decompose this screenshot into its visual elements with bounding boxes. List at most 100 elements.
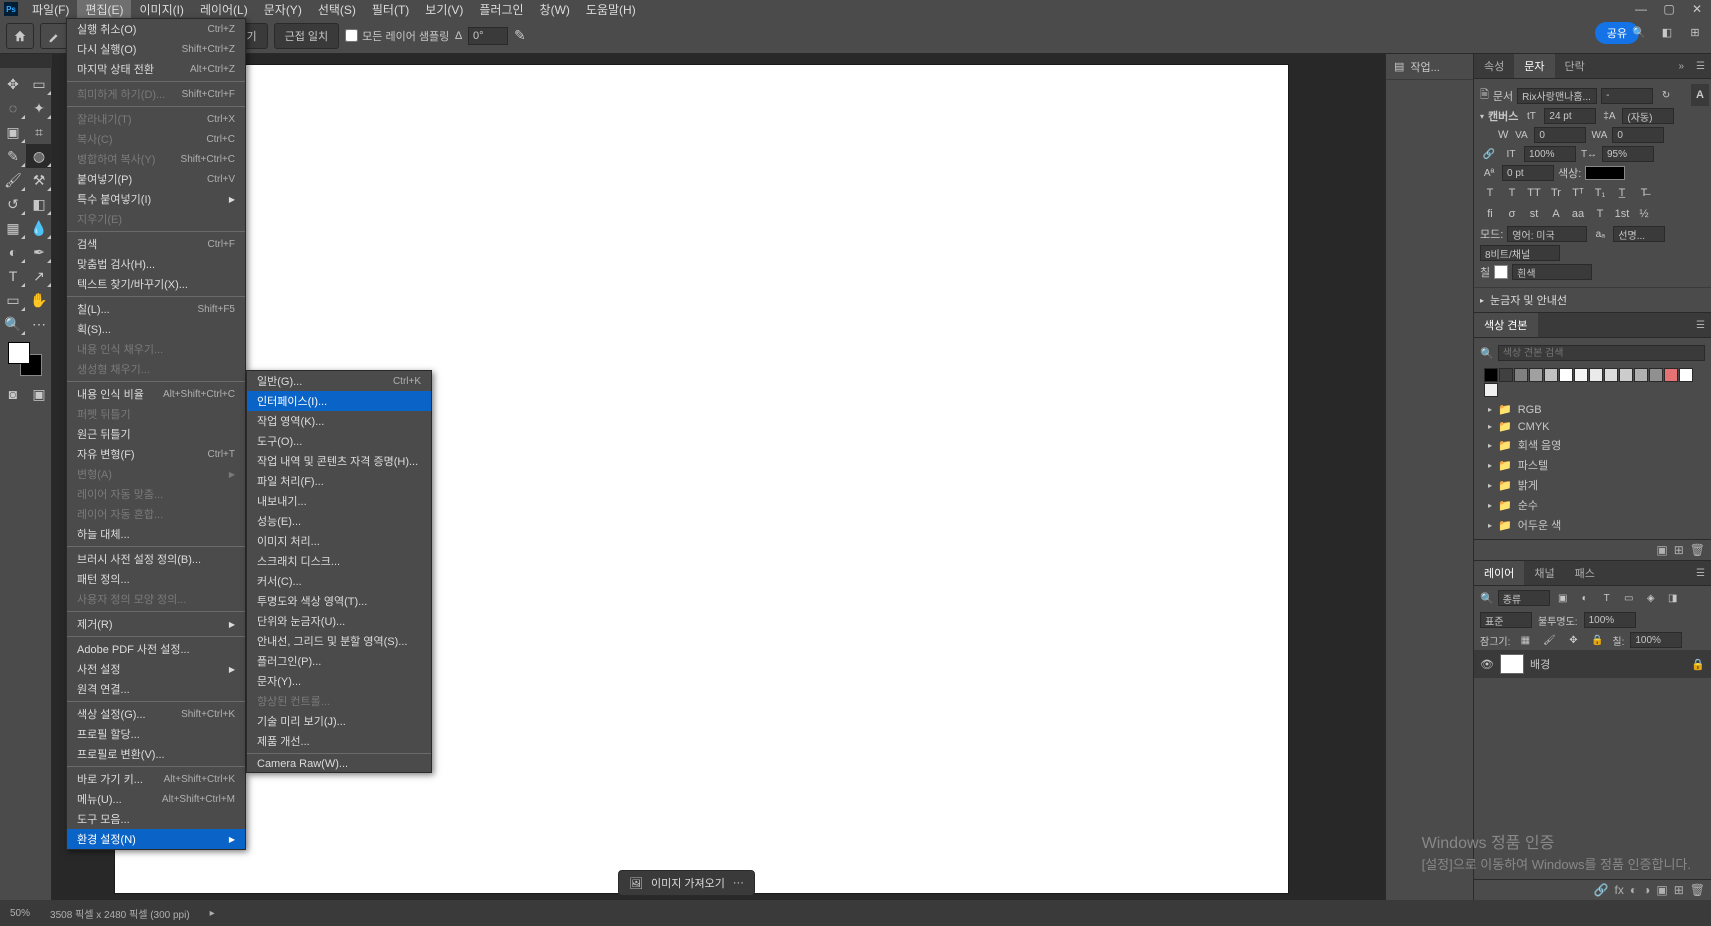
link-icon[interactable]: 🔗 [1480, 146, 1498, 162]
edit-프로필로-변환V[interactable]: 프로필로 변환(V)... [67, 744, 245, 764]
edit-색상-설정G[interactable]: 색상 설정(G)...Shift+Ctrl+K [67, 704, 245, 724]
filter-smart-icon[interactable]: ◈ [1642, 590, 1660, 606]
collapsed-panel-work[interactable]: ▤ 작업... [1386, 54, 1473, 80]
swatch-folder-회색 음영[interactable]: ▸📁회색 음영 [1480, 435, 1705, 455]
new-group-icon[interactable]: ▣ [1656, 543, 1667, 557]
fill-select[interactable] [1512, 264, 1592, 280]
pref-작업-내역-및-콘텐츠-자격-증명H[interactable]: 작업 내역 및 콘텐츠 자격 증명(H)... [247, 451, 431, 471]
leading-input[interactable] [1622, 108, 1674, 124]
tracking-input[interactable] [1534, 127, 1586, 143]
tab-properties[interactable]: 속성 [1474, 54, 1514, 78]
pref-안내선,-그리드-및-분할-영역S[interactable]: 안내선, 그리드 및 분할 영역(S)... [247, 631, 431, 651]
opentype-4[interactable]: aa [1568, 205, 1588, 223]
lasso-tool[interactable]: ◌ [0, 96, 26, 120]
pref-커서C[interactable]: 커서(C)... [247, 571, 431, 591]
tab-character[interactable]: 문자 [1514, 54, 1554, 78]
brush-settings-icon[interactable]: ✎ [514, 27, 526, 44]
swatch-folder-RGB[interactable]: ▸📁RGB [1480, 401, 1705, 418]
opentype-7[interactable]: ½ [1634, 205, 1654, 223]
workspace-icon[interactable]: ◧ [1657, 22, 1677, 42]
pref-문자Y[interactable]: 문자(Y)... [247, 671, 431, 691]
pref-성능E[interactable]: 성능(E)... [247, 511, 431, 531]
large-a-icon[interactable]: A [1691, 84, 1709, 106]
type-tool[interactable]: T [0, 264, 26, 288]
canvas-expander-label[interactable]: 캔버스 [1488, 108, 1518, 124]
font-family-select[interactable] [1517, 88, 1597, 104]
visibility-icon[interactable]: 👁 [1480, 658, 1494, 671]
layers-menu-icon[interactable]: ☰ [1690, 568, 1711, 579]
chevron-right-icon[interactable]: ▸ [210, 908, 215, 919]
swatch-14[interactable] [1484, 383, 1498, 397]
swatch-folder-파스텔[interactable]: ▸📁파스텔 [1480, 455, 1705, 475]
edit-도구-모음[interactable]: 도구 모음... [67, 809, 245, 829]
language-select[interactable] [1507, 226, 1587, 242]
text-style-1[interactable]: T [1502, 184, 1522, 202]
swatch-0[interactable] [1484, 368, 1498, 382]
swatch-2[interactable] [1514, 368, 1528, 382]
swatch-search[interactable] [1498, 345, 1705, 361]
blend-mode[interactable] [1480, 612, 1532, 628]
text-style-6[interactable]: T̲ [1612, 184, 1632, 202]
swatch-10[interactable] [1634, 368, 1648, 382]
gradient-tool[interactable]: ▦ [0, 216, 26, 240]
help-icon[interactable]: ⊞ [1685, 22, 1705, 42]
rulers-guides-expander[interactable]: ▸눈금자 및 안내선 [1474, 287, 1711, 312]
tool-indicator[interactable] [40, 23, 68, 49]
minimize-button[interactable]: ― [1627, 0, 1655, 18]
edit-패턴-정의[interactable]: 패턴 정의... [67, 569, 245, 589]
brush-tool[interactable]: 🖌 [0, 168, 26, 192]
menu-layer[interactable]: 레이어(L) [192, 0, 256, 20]
edit-붙여넣기P[interactable]: 붙여넣기(P)Ctrl+V [67, 169, 245, 189]
reset-icon[interactable]: ↻ [1657, 88, 1675, 104]
edit-마지막-상태-전환[interactable]: 마지막 상태 전환Alt+Ctrl+Z [67, 59, 245, 79]
opt-sample-all-layers[interactable]: 모든 레이어 샘플링 [345, 28, 449, 44]
edit-메뉴U[interactable]: 메뉴(U)...Alt+Shift+Ctrl+M [67, 789, 245, 809]
zoom-readout[interactable]: 50% [10, 908, 30, 919]
pref-이미지-처리[interactable]: 이미지 처리... [247, 531, 431, 551]
fill-swatch[interactable] [1494, 265, 1508, 279]
text-style-3[interactable]: Tr [1546, 184, 1566, 202]
edit-자유-변형F[interactable]: 자유 변형(F)Ctrl+T [67, 444, 245, 464]
menu-edit[interactable]: 편집(E) [77, 0, 131, 20]
filter-adj-icon[interactable]: ◐ [1576, 590, 1594, 606]
swatch-8[interactable] [1604, 368, 1618, 382]
edit-제거R[interactable]: 제거(R)▶ [67, 614, 245, 634]
opentype-2[interactable]: st [1524, 205, 1544, 223]
lock-all-icon[interactable]: 🔒 [1588, 632, 1606, 648]
filter-toggle[interactable]: ◨ [1664, 590, 1682, 606]
context-taskbar[interactable]: 🖼 이미지 가져오기 ··· [618, 870, 755, 896]
group-icon[interactable]: ▣ [1656, 883, 1667, 897]
eyedropper-tool[interactable]: ✎ [0, 144, 26, 168]
pref-단위와-눈금자U[interactable]: 단위와 눈금자(U)... [247, 611, 431, 631]
baseline-input[interactable] [1502, 165, 1554, 181]
swatch-4[interactable] [1544, 368, 1558, 382]
text-style-2[interactable]: TT [1524, 184, 1544, 202]
path-tool[interactable]: ↗ [26, 264, 52, 288]
swatch-folder-밝게[interactable]: ▸📁밝게 [1480, 475, 1705, 495]
menu-plugin[interactable]: 플러그인 [471, 0, 531, 20]
pref-투명도와-색상-영역T[interactable]: 투명도와 색상 영역(T)... [247, 591, 431, 611]
hand-tool[interactable]: ✋ [26, 288, 52, 312]
swatch-6[interactable] [1574, 368, 1588, 382]
menu-help[interactable]: 도움말(H) [578, 0, 644, 20]
quick-mask[interactable]: ◙ [0, 382, 26, 406]
swatch-folder-어두운 색[interactable]: ▸📁어두운 색 [1480, 515, 1705, 535]
text-style-4[interactable]: Tᵀ [1568, 184, 1588, 202]
pref-도구O[interactable]: 도구(O)... [247, 431, 431, 451]
swatch-7[interactable] [1589, 368, 1603, 382]
bit-depth-select[interactable] [1480, 245, 1560, 261]
more-icon[interactable]: ··· [733, 877, 744, 889]
swatch-5[interactable] [1559, 368, 1573, 382]
text-style-5[interactable]: T₁ [1590, 184, 1610, 202]
adjustment-icon[interactable]: ◑ [1643, 883, 1650, 897]
edit-내용-인식-비율[interactable]: 내용 인식 비율Alt+Shift+Ctrl+C [67, 384, 245, 404]
screen-mode[interactable]: ▣ [26, 382, 52, 406]
opacity-input[interactable] [1584, 612, 1636, 628]
magic-wand-tool[interactable]: ✦ [26, 96, 52, 120]
edit-브러시-사전-설정-정의B[interactable]: 브러시 사전 설정 정의(B)... [67, 549, 245, 569]
edit-환경-설정N[interactable]: 환경 설정(N)▶ [67, 829, 245, 849]
edit-하늘-대체[interactable]: 하늘 대체... [67, 524, 245, 544]
swatch-9[interactable] [1619, 368, 1633, 382]
text-style-0[interactable]: T [1480, 184, 1500, 202]
healing-tool[interactable]: ◍ [26, 144, 52, 168]
